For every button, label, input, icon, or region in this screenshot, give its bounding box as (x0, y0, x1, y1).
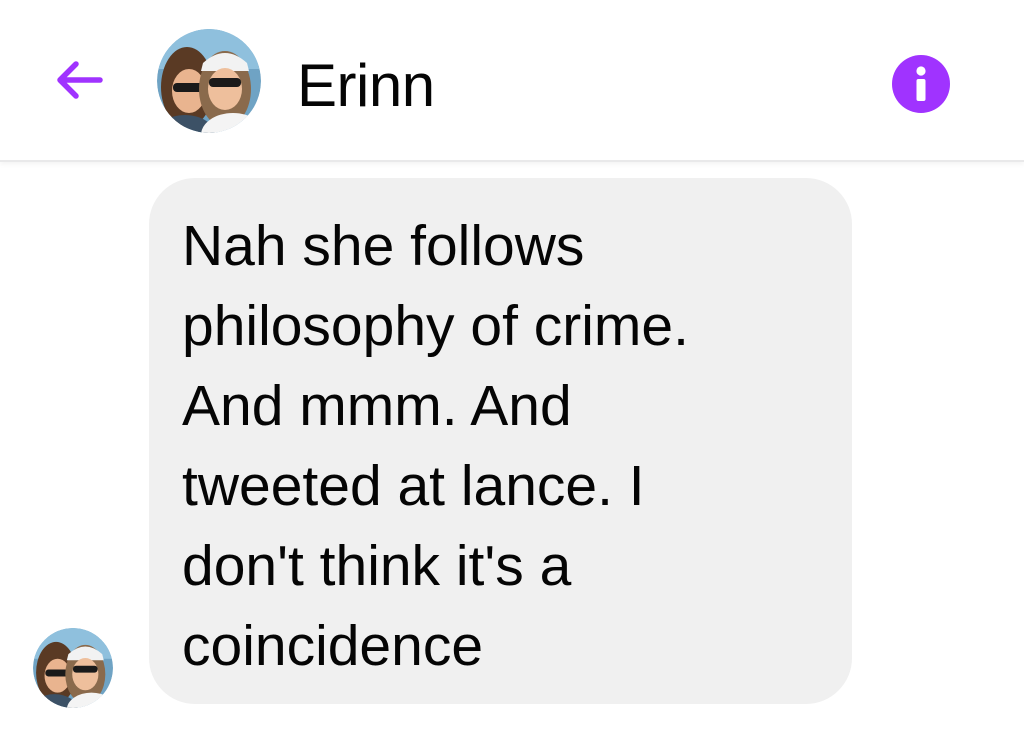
message-text: Nah she follows philosophy of crime. And… (182, 214, 689, 678)
contact-name[interactable]: Erinn (297, 50, 435, 122)
contact-avatar[interactable] (157, 29, 261, 133)
avatar-photo (33, 628, 113, 708)
messenger-conversation: Erinn Nah she follows philosophy of crim… (0, 0, 1024, 731)
conversation-header: Erinn (0, 0, 1024, 162)
info-icon (892, 55, 950, 113)
back-button[interactable] (46, 52, 110, 108)
sender-avatar[interactable] (33, 628, 113, 708)
back-arrow-icon (57, 61, 103, 99)
avatar-photo (157, 29, 261, 133)
conversation-info-button[interactable] (892, 55, 950, 113)
